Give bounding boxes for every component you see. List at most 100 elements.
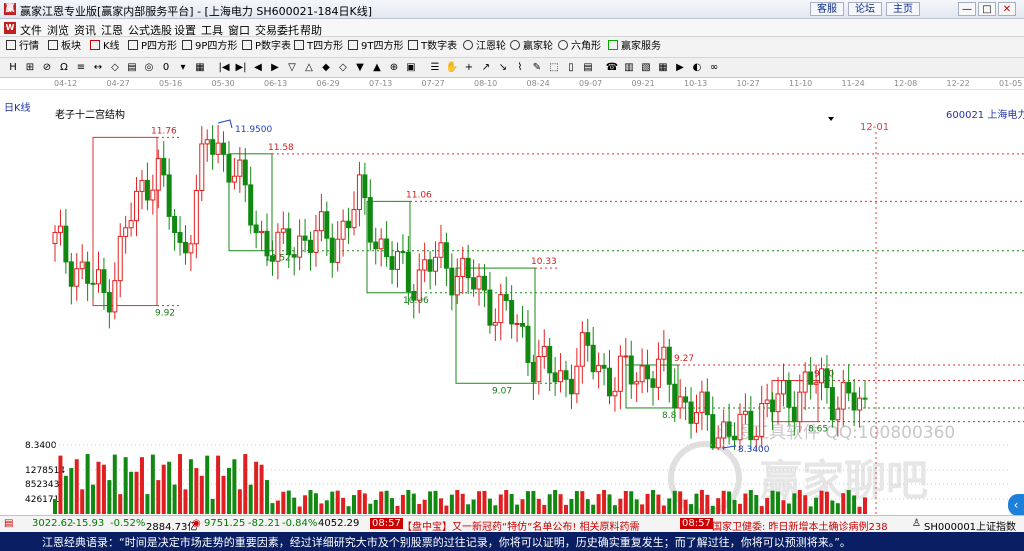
9p-square-button[interactable]: 9P四方形 — [182, 40, 237, 54]
menu-tools[interactable]: 工具 — [201, 22, 223, 38]
menu-trade[interactable]: 交易委托 — [255, 22, 299, 38]
tool-icon-39[interactable]: ◐ — [690, 61, 704, 74]
tool-icon-22[interactable]: ⊕ — [387, 61, 401, 74]
menu-formula-pick[interactable]: 公式选股 — [128, 22, 172, 38]
tool-icon-21[interactable]: ▲ — [370, 61, 384, 74]
t-number-table-button[interactable]: T数字表 — [408, 40, 457, 54]
gann-wheel-button[interactable]: 江恩轮 — [463, 40, 506, 54]
tool-icon-40[interactable]: ∞ — [707, 61, 721, 74]
winner-service-button[interactable]: 赢家服务 — [608, 40, 661, 54]
tool-icon-9[interactable]: 0 — [159, 61, 173, 74]
volume-bar — [123, 457, 128, 514]
candle-body — [552, 372, 558, 383]
candle-body — [813, 382, 819, 385]
tool-icon-33[interactable]: ▤ — [581, 61, 595, 74]
tool-icon-0[interactable]: H — [6, 61, 20, 74]
tool-icon-15[interactable]: ▶ — [268, 61, 282, 74]
tool-icon-30[interactable]: ✎ — [530, 61, 544, 74]
tool-icon-13[interactable]: ▶| — [234, 61, 248, 74]
tool-icon-14[interactable]: ◀ — [251, 61, 265, 74]
tool-icon-8[interactable]: ◎ — [142, 61, 156, 74]
tool-icon-19[interactable]: ◇ — [336, 61, 350, 74]
tool-icon-10[interactable]: ▾ — [176, 61, 190, 74]
current-index[interactable]: SH000001上证指数 — [924, 518, 1016, 533]
kline-button[interactable]: K线 — [90, 40, 120, 54]
tool-icon-1[interactable]: ⊞ — [23, 61, 37, 74]
tool-icon-38[interactable]: ▶ — [673, 61, 687, 74]
menu-browse[interactable]: 浏览 — [47, 22, 69, 38]
homepage-button[interactable]: 主页 — [886, 2, 920, 16]
tool-icon-2[interactable]: ⊘ — [40, 61, 54, 74]
tool-icon-37[interactable]: ▦ — [656, 61, 670, 74]
news1-time: 08:57 — [370, 518, 403, 529]
forum-button[interactable]: 论坛 — [848, 2, 882, 16]
volume-bar — [710, 505, 715, 514]
9t-square-button[interactable]: 9T四方形 — [348, 40, 403, 54]
tool-icon-18[interactable]: ◆ — [319, 61, 333, 74]
tool-icon-6[interactable]: ◇ — [108, 61, 122, 74]
volume-bar — [395, 505, 400, 514]
t-square-button[interactable]: T四方形 — [294, 40, 343, 54]
volume-bar — [270, 503, 275, 514]
volume-bar — [835, 503, 840, 514]
index2-value[interactable]: 9751.25 — [204, 518, 245, 529]
menu-help[interactable]: 帮助 — [300, 22, 322, 38]
news2-ticker[interactable]: 国家卫健委: 昨日新增本土确诊病例238 — [712, 518, 910, 533]
tool-icon-32[interactable]: ▯ — [564, 61, 578, 74]
tool-icon-17[interactable]: △ — [302, 61, 316, 74]
tool-icon-3[interactable]: Ω — [57, 61, 71, 74]
tool-icon-29[interactable]: ⌇ — [513, 61, 527, 74]
volume-bar — [422, 499, 427, 514]
tool-icon-11[interactable]: ▦ — [193, 61, 207, 74]
tool-icon-20[interactable]: ▼ — [353, 61, 367, 74]
tool-icon-25[interactable]: ✋ — [445, 61, 459, 74]
tool-icon-4[interactable]: ≡ — [74, 61, 88, 74]
volume-bar — [346, 506, 351, 514]
quotes-button[interactable]: 行情 — [6, 40, 39, 54]
volume-bar — [460, 493, 465, 514]
volume-bar — [357, 490, 362, 514]
p-number-table-button[interactable]: P数字表 — [242, 40, 291, 54]
customer-service-button[interactable]: 客服 — [810, 2, 844, 16]
menu-news[interactable]: 资讯 — [74, 22, 96, 38]
candle-body — [335, 238, 341, 263]
menu-window[interactable]: 窗口 — [228, 22, 250, 38]
volume-bar — [455, 490, 460, 514]
index1-value[interactable]: 3022.62 — [32, 518, 73, 529]
menu-gann[interactable]: 江恩 — [101, 22, 123, 38]
tool-icon-12[interactable]: |◀ — [217, 61, 231, 74]
winner-wheel-button[interactable]: 赢家轮 — [510, 40, 553, 54]
tool-icon-7[interactable]: ▤ — [125, 61, 139, 74]
tool-icon-26[interactable]: + — [462, 61, 476, 74]
candle-body — [351, 209, 357, 229]
side-scroll-arrow-icon[interactable]: ‹ — [1008, 494, 1024, 516]
candle-body — [655, 358, 661, 388]
volume-bar — [857, 506, 862, 514]
candle-body — [520, 322, 526, 327]
menu-settings[interactable]: 设置 — [174, 22, 196, 38]
tool-icon-34[interactable]: ☎ — [605, 61, 619, 74]
close-icon[interactable]: ✕ — [998, 2, 1016, 16]
news1-ticker[interactable]: 【盘中宝】又一新冠药“特仿”名单公布! 相关原料药需 — [402, 518, 670, 533]
news2-time: 08:57 — [680, 518, 713, 529]
p-square-button[interactable]: P四方形 — [128, 40, 177, 54]
maximize-icon[interactable]: □ — [978, 2, 996, 16]
volume-bar — [63, 475, 68, 514]
minimize-icon[interactable]: — — [958, 2, 976, 16]
tool-icon-16[interactable]: ▽ — [285, 61, 299, 74]
menu-file[interactable]: 文件 — [20, 22, 42, 38]
tool-icon-28[interactable]: ↘ — [496, 61, 510, 74]
tool-icon-24[interactable]: ☰ — [428, 61, 442, 74]
tool-icon-31[interactable]: ⬚ — [547, 61, 561, 74]
tool-icon-27[interactable]: ↗ — [479, 61, 493, 74]
tool-icon-23[interactable]: ▣ — [404, 61, 418, 74]
kline-chart[interactable]: 江恩工具软件 QQ:100800360 赢家聊吧 日K线 老子十二宫结构 600021 … — [0, 90, 1024, 516]
tool-icon-5[interactable]: ↔ — [91, 61, 105, 74]
volume-bar — [330, 491, 335, 514]
hexagon-button[interactable]: 六角形 — [558, 40, 601, 54]
app-logo-icon: 赢 — [4, 3, 16, 15]
volume-bar — [167, 461, 172, 514]
tool-icon-35[interactable]: ▥ — [622, 61, 636, 74]
tool-icon-36[interactable]: ▧ — [639, 61, 653, 74]
sector-button[interactable]: 板块 — [48, 40, 81, 54]
